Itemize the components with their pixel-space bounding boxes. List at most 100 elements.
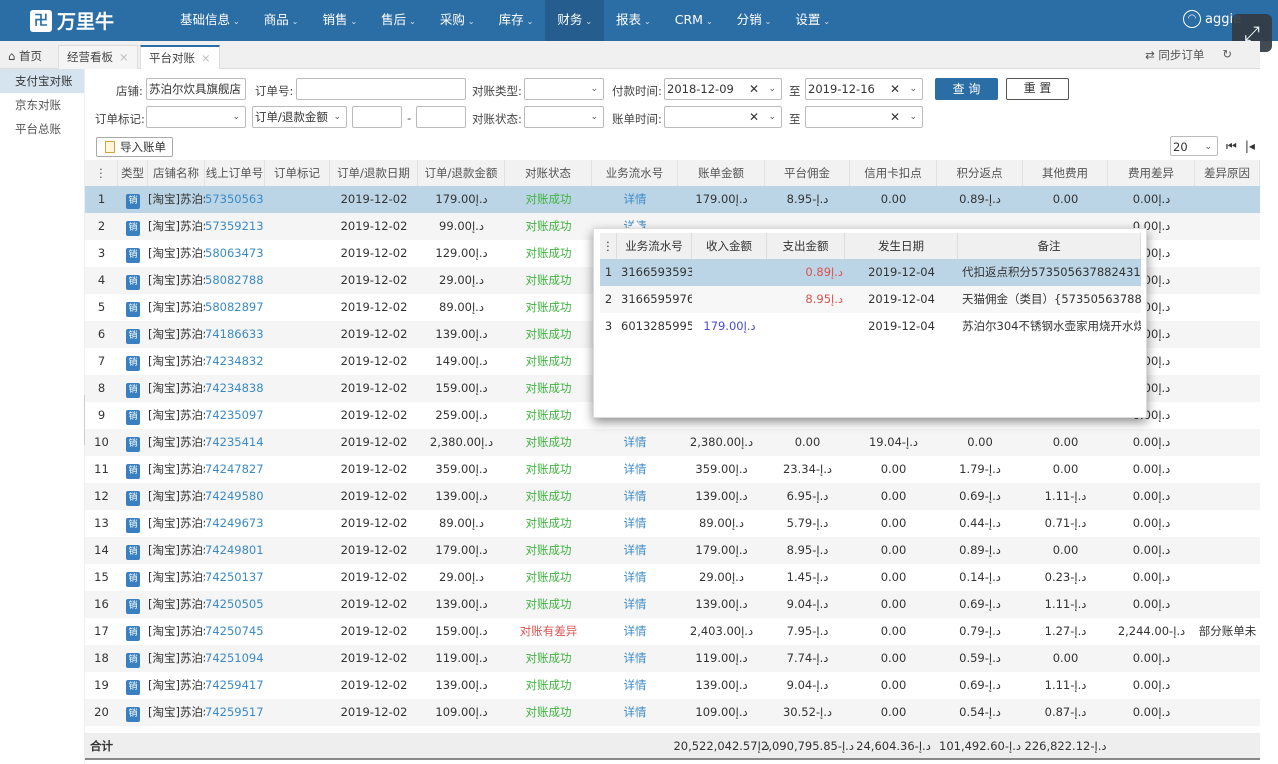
menu-item[interactable]: CRM ⌄ bbox=[663, 0, 725, 41]
order-number[interactable]: 57350563 bbox=[205, 186, 265, 213]
bill-from-date[interactable]: ✕ ⌄ bbox=[664, 106, 782, 128]
order-number[interactable]: 74247827 bbox=[205, 456, 265, 483]
import-bill-button[interactable]: 导入账单 bbox=[96, 137, 173, 157]
column-header[interactable]: 账单金额 bbox=[678, 160, 765, 187]
column-header[interactable]: 平台佣金 bbox=[765, 160, 850, 187]
order-number[interactable]: 58063473 bbox=[205, 240, 265, 267]
tab-platform-recon[interactable]: 平台对账 × bbox=[140, 45, 220, 69]
popover-row[interactable]: 2 316659597661 8.95د.إ 2019-12-04 天猫佣金（类目）{5… bbox=[600, 286, 1141, 313]
popover-row[interactable]: 1 316659359331 0.89د.إ 2019-12-04 代扣返点积分5735… bbox=[600, 259, 1141, 286]
order-number[interactable]: 74235097 bbox=[205, 402, 265, 429]
column-header[interactable]: 费用差异 bbox=[1108, 160, 1195, 187]
order-number[interactable]: 57359213 bbox=[205, 213, 265, 240]
column-header[interactable]: 其他费用 bbox=[1023, 160, 1108, 187]
flow-detail-link[interactable]: 详情 bbox=[592, 672, 678, 699]
pay-to-date[interactable]: 2019-12-16 ✕ ⌄ bbox=[805, 78, 923, 100]
menu-item[interactable]: 财务 ⌄ bbox=[545, 0, 605, 41]
menu-item[interactable]: 售后 ⌄ bbox=[369, 0, 428, 41]
flow-detail-link[interactable]: 详情 bbox=[592, 591, 678, 618]
table-row[interactable]: 1 销 [淘宝]苏泊尔57350563 2019-12-02 179.00د.إ 对账成功… bbox=[85, 186, 1260, 213]
table-row[interactable]: 13 销 [淘宝]苏泊尔74249673 2019-12-02 89.00د.إ 对账成功… bbox=[85, 510, 1260, 537]
pay-from-date[interactable]: 2018-12-09 ✕ ⌄ bbox=[664, 78, 782, 100]
order-no-input[interactable] bbox=[296, 78, 466, 100]
amount-type-select[interactable]: 订单/退款金额 ⌄ bbox=[252, 106, 347, 128]
shop-select[interactable]: 苏泊尔炊具旗舰店 ⌄ bbox=[146, 78, 246, 100]
column-header[interactable]: 类型 bbox=[118, 160, 148, 187]
clear-icon[interactable]: ✕ bbox=[749, 107, 759, 127]
menu-item[interactable]: 分销 ⌄ bbox=[725, 0, 784, 41]
clear-icon[interactable]: ✕ bbox=[890, 107, 900, 127]
tab-home[interactable]: ⌂ 首页 bbox=[0, 45, 50, 69]
order-number[interactable]: 74250745 bbox=[205, 618, 265, 645]
table-row[interactable]: 15 销 [淘宝]苏泊尔74250137 2019-12-02 29.00د.إ 对账成功… bbox=[85, 564, 1260, 591]
page-size-select[interactable]: 20 ⌄ bbox=[1170, 136, 1218, 156]
order-number[interactable]: 58082897 bbox=[205, 294, 265, 321]
table-row[interactable]: 18 销 [淘宝]苏泊尔74251094 2019-12-02 119.00د.إ 对账成… bbox=[85, 645, 1260, 672]
table-row[interactable]: 11 销 [淘宝]苏泊尔74247827 2019-12-02 359.00د.إ 对账成… bbox=[85, 456, 1260, 483]
order-number[interactable]: 74235414 bbox=[205, 429, 265, 456]
amount-max-input[interactable] bbox=[416, 106, 466, 128]
sidebar-item-alipay[interactable]: 支付宝对账 bbox=[0, 69, 84, 93]
menu-item[interactable]: 采购 ⌄ bbox=[428, 0, 487, 41]
flow-detail-link[interactable]: 详情 bbox=[592, 456, 678, 483]
recon-type-select[interactable]: ⌄ bbox=[524, 78, 604, 100]
table-row[interactable]: 16 销 [淘宝]苏泊尔74250505 2019-12-02 139.00د.إ 对账成… bbox=[85, 591, 1260, 618]
column-header[interactable]: 业务流水号 bbox=[592, 160, 678, 187]
close-icon[interactable]: × bbox=[119, 50, 129, 64]
flow-detail-link[interactable]: 详情 bbox=[592, 186, 678, 213]
sync-orders-button[interactable]: ⇄ 同步订单 bbox=[1145, 47, 1204, 63]
clear-icon[interactable]: ✕ bbox=[749, 79, 759, 99]
flow-detail-link[interactable]: 详情 bbox=[592, 645, 678, 672]
flow-detail-link[interactable]: 详情 bbox=[592, 510, 678, 537]
order-number[interactable]: 74249580 bbox=[205, 483, 265, 510]
tab-dashboard[interactable]: 经营看板 × bbox=[58, 45, 138, 69]
order-number[interactable]: 74249673 bbox=[205, 510, 265, 537]
column-header[interactable]: 线上订单号 bbox=[205, 160, 265, 187]
order-number[interactable]: 74251094 bbox=[205, 645, 265, 672]
flow-detail-link[interactable]: 详情 bbox=[592, 618, 678, 645]
menu-item[interactable]: 商品 ⌄ bbox=[252, 0, 311, 41]
logo[interactable]: 卍万里牛 bbox=[30, 7, 114, 34]
table-row[interactable]: 17 销 [淘宝]苏泊尔74250745 2019-12-02 159.00د.إ 对账有… bbox=[85, 618, 1260, 645]
table-row[interactable]: 19 销 [淘宝]苏泊尔74259417 2019-12-02 139.00د.إ 对账成… bbox=[85, 672, 1260, 699]
menu-item[interactable]: 报表 ⌄ bbox=[604, 0, 663, 41]
column-header[interactable]: 订单标记 bbox=[265, 160, 330, 187]
table-row[interactable]: 20 销 [淘宝]苏泊尔74259517 2019-12-02 109.00د.إ 对账成… bbox=[85, 699, 1260, 726]
order-number[interactable]: 74249801 bbox=[205, 537, 265, 564]
flow-detail-link[interactable]: 详情 bbox=[592, 483, 678, 510]
sidebar-item-ledger[interactable]: 平台总账 bbox=[0, 117, 84, 141]
sidebar-item-jd[interactable]: 京东对账 bbox=[0, 93, 84, 117]
order-number[interactable]: 74186633 bbox=[205, 321, 265, 348]
reset-button[interactable]: 重 置 bbox=[1006, 78, 1069, 100]
column-header[interactable]: 对账状态 bbox=[505, 160, 592, 187]
order-number[interactable]: 74259517 bbox=[205, 699, 265, 726]
table-row[interactable]: 10 销 [淘宝]苏泊尔74235414 2019-12-02 2,380.00د.إ 对… bbox=[85, 429, 1260, 456]
order-number[interactable]: 58082788 bbox=[205, 267, 265, 294]
query-button[interactable]: 查 询 bbox=[935, 78, 998, 100]
menu-item[interactable]: 基础信息 ⌄ bbox=[168, 0, 252, 41]
order-number[interactable]: 74234838 bbox=[205, 375, 265, 402]
bill-to-date[interactable]: ✕ ⌄ bbox=[805, 106, 923, 128]
order-number[interactable]: 74259417 bbox=[205, 672, 265, 699]
amount-min-input[interactable] bbox=[352, 106, 402, 128]
table-row[interactable]: 12 销 [淘宝]苏泊尔74249580 2019-12-02 139.00د.إ 对账成… bbox=[85, 483, 1260, 510]
order-number[interactable]: 74250505 bbox=[205, 591, 265, 618]
flow-detail-link[interactable]: 详情 bbox=[592, 429, 678, 456]
popover-row[interactable]: 3 601328599511 179.00د.إ 2019-12-04 苏泊尔304不锈… bbox=[600, 313, 1141, 340]
menu-item[interactable]: 销售 ⌄ bbox=[310, 0, 369, 41]
refresh-icon[interactable]: ↻ bbox=[1222, 47, 1232, 63]
column-header[interactable]: ⋮ bbox=[85, 160, 118, 187]
column-header[interactable]: 信用卡扣点 bbox=[850, 160, 937, 187]
column-header[interactable]: 店铺名称 bbox=[148, 160, 205, 187]
flow-detail-link[interactable]: 详情 bbox=[592, 699, 678, 726]
clear-icon[interactable]: ✕ bbox=[890, 79, 900, 99]
column-header[interactable]: 订单/退款日期 bbox=[330, 160, 418, 187]
mark-select[interactable]: ⌄ bbox=[146, 106, 246, 128]
flow-detail-link[interactable]: 详情 bbox=[592, 537, 678, 564]
column-header[interactable]: 积分返点 bbox=[937, 160, 1023, 187]
prev-page-icon[interactable]: |◂ bbox=[1245, 139, 1255, 153]
column-header[interactable]: 订单/退款金额 bbox=[418, 160, 505, 187]
column-header[interactable]: 差异原因 bbox=[1195, 160, 1260, 187]
order-number[interactable]: 74234832 bbox=[205, 348, 265, 375]
menu-item[interactable]: 设置 ⌄ bbox=[783, 0, 842, 41]
